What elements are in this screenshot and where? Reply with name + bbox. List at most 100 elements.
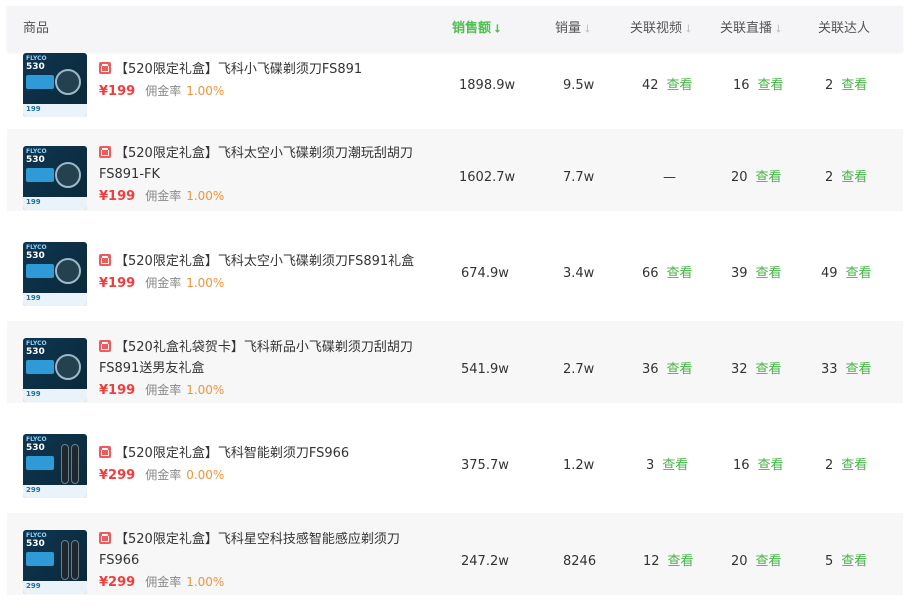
gift-box-icon — [99, 62, 111, 74]
product-price: ¥199 — [99, 84, 136, 99]
table-row[interactable]: FLYCO 530 199 【520礼盒礼袋贺卡】飞科新品小飞碟剃须刀刮胡刀FS… — [7, 321, 903, 403]
gift-box-icon — [99, 146, 111, 158]
product-price: ¥199 — [99, 189, 136, 204]
product-price: ¥299 — [99, 575, 136, 590]
sales-amount: 541.9w — [461, 362, 509, 377]
product-thumbnail[interactable]: FLYCO 530 199 — [23, 338, 87, 402]
arrow-down-icon: ⭣ — [585, 22, 591, 35]
thumb-headline: 530 — [26, 539, 45, 549]
influencers-count: 2 — [825, 170, 834, 185]
thumb-headline: 530 — [26, 155, 45, 165]
sales-amount: 674.9w — [461, 266, 509, 281]
thumb-headline: 530 — [26, 251, 45, 261]
product-title[interactable]: 【520限定礼盒】飞科太空小飞碟剃须刀潮玩刮胡刀FS891-FK — [99, 143, 439, 185]
commission-label: 佣金率 — [145, 575, 182, 589]
view-videos-link[interactable]: 查看 — [662, 458, 688, 473]
product-thumbnail[interactable]: FLYCO 530 199 — [23, 242, 87, 306]
thumb-brand: FLYCO — [26, 340, 47, 347]
influencers-count: 5 — [825, 554, 834, 569]
view-lives-link[interactable]: 查看 — [756, 266, 782, 281]
videos-cell: 66 查看 — [642, 233, 693, 315]
view-videos-link[interactable]: 查看 — [667, 362, 693, 377]
commission-label: 佣金率 — [145, 276, 182, 290]
videos-cell: 42 查看 — [642, 45, 693, 127]
view-videos-link[interactable]: 查看 — [667, 266, 693, 281]
commission-rate: 1.00% — [186, 84, 225, 98]
product-title[interactable]: 【520限定礼盒】飞科小飞碟剃须刀FS891 — [99, 59, 439, 80]
view-influencers-link[interactable]: 查看 — [846, 266, 872, 281]
influencers-count: 2 — [825, 458, 834, 473]
commission-rate: 1.00% — [186, 189, 225, 203]
table-row[interactable]: FLYCO 530 299 【520限定礼盒】飞科星空科技感智能感应剃须刀FS9… — [7, 513, 903, 595]
column-header-videos-label: 关联视频 — [630, 21, 683, 36]
videos-count: 66 — [642, 266, 659, 281]
product-tag: 【520限定礼盒】 — [115, 254, 218, 269]
column-header-sales-volume[interactable]: 销量 ⭣ — [555, 6, 590, 52]
product-price: ¥199 — [99, 383, 136, 398]
product-thumbnail[interactable]: FLYCO 530 199 — [23, 146, 87, 210]
product-tag: 【520礼盒礼袋贺卡】 — [115, 340, 244, 355]
column-header-videos[interactable]: 关联视频 ⭣ — [630, 6, 691, 52]
view-lives-link[interactable]: 查看 — [756, 170, 782, 185]
product-info: 【520限定礼盒】飞科智能剃须刀FS966 ¥299 佣金率 0.00% — [99, 443, 439, 483]
lives-count: 16 — [733, 458, 750, 473]
thumb-price: 199 — [26, 198, 41, 206]
product-thumbnail[interactable]: FLYCO 530 299 — [23, 434, 87, 498]
table-row[interactable]: FLYCO 530 199 【520限定礼盒】飞科小飞碟剃须刀FS891 ¥19… — [7, 45, 903, 127]
column-header-lives-label: 关联直播 — [720, 21, 773, 36]
thumb-brand: FLYCO — [26, 148, 47, 155]
view-influencers-link[interactable]: 查看 — [841, 554, 867, 569]
view-lives-link[interactable]: 查看 — [756, 362, 782, 377]
column-header-sales-amount[interactable]: 销售额 ⭣ — [452, 6, 500, 52]
thumb-price: 299 — [26, 582, 41, 590]
product-price: ¥299 — [99, 468, 136, 483]
product-info: 【520限定礼盒】飞科太空小飞碟剃须刀潮玩刮胡刀FS891-FK ¥199 佣金率… — [99, 143, 439, 204]
product-name: 飞科智能剃须刀FS966 — [217, 446, 350, 461]
product-thumbnail[interactable]: FLYCO 530 299 — [23, 530, 87, 594]
thumb-headline: 530 — [26, 62, 45, 72]
videos-cell: 3 查看 — [646, 425, 688, 507]
product-name: 飞科太空小飞碟剃须刀FS891礼盒 — [217, 254, 415, 269]
product-title[interactable]: 【520限定礼盒】飞科太空小飞碟剃须刀FS891礼盒 — [99, 251, 439, 272]
influencers-cell: 2 查看 — [825, 45, 867, 127]
product-title[interactable]: 【520限定礼盒】飞科智能剃须刀FS966 — [99, 443, 439, 464]
gift-box-icon — [99, 254, 111, 266]
videos-count: 3 — [646, 458, 655, 473]
lives-count: 32 — [731, 362, 748, 377]
videos-count: — — [663, 170, 676, 185]
table-row[interactable]: FLYCO 530 299 【520限定礼盒】飞科智能剃须刀FS966 ¥299… — [7, 417, 903, 499]
thumb-headline: 530 — [26, 347, 45, 357]
view-influencers-link[interactable]: 查看 — [846, 362, 872, 377]
lives-count: 39 — [731, 266, 748, 281]
commission-rate: 0.00% — [186, 468, 225, 482]
view-influencers-link[interactable]: 查看 — [841, 458, 867, 473]
view-lives-link[interactable]: 查看 — [756, 554, 782, 569]
influencers-cell: 49 查看 — [821, 233, 872, 315]
sales-amount: 1898.9w — [459, 78, 516, 93]
view-lives-link[interactable]: 查看 — [758, 78, 784, 93]
column-header-influencers: 关联达人 — [818, 21, 871, 36]
column-header-lives[interactable]: 关联直播 ⭣ — [720, 6, 781, 52]
table-row[interactable]: FLYCO 530 199 【520限定礼盒】飞科太空小飞碟剃须刀潮玩刮胡刀FS… — [7, 129, 903, 211]
thumb-brand: FLYCO — [26, 532, 47, 539]
sales-amount: 247.2w — [461, 554, 509, 569]
column-header-sales-volume-label: 销量 — [555, 21, 582, 36]
product-info: 【520限定礼盒】飞科星空科技感智能感应剃须刀FS966 ¥299 佣金率 1.00… — [99, 529, 439, 590]
view-influencers-link[interactable]: 查看 — [841, 170, 867, 185]
sales-amount: 375.7w — [461, 458, 509, 473]
column-header-sales-amount-label: 销售额 — [452, 21, 492, 36]
product-title[interactable]: 【520限定礼盒】飞科星空科技感智能感应剃须刀FS966 — [99, 529, 439, 571]
commission-label: 佣金率 — [145, 84, 182, 98]
influencers-cell: 2 查看 — [825, 137, 867, 219]
view-videos-link[interactable]: 查看 — [667, 78, 693, 93]
view-influencers-link[interactable]: 查看 — [841, 78, 867, 93]
product-thumbnail[interactable]: FLYCO 530 199 — [23, 53, 87, 117]
view-lives-link[interactable]: 查看 — [758, 458, 784, 473]
view-videos-link[interactable]: 查看 — [668, 554, 694, 569]
commission-label: 佣金率 — [145, 383, 182, 397]
table-row[interactable]: FLYCO 530 199 【520限定礼盒】飞科太空小飞碟剃须刀FS891礼盒… — [7, 225, 903, 307]
arrow-down-icon: ⭣ — [495, 22, 501, 35]
thumb-brand: FLYCO — [26, 55, 47, 62]
lives-count: 20 — [731, 170, 748, 185]
product-title[interactable]: 【520礼盒礼袋贺卡】飞科新品小飞碟剃须刀刮胡刀FS891送男友礼盒 — [99, 337, 439, 379]
